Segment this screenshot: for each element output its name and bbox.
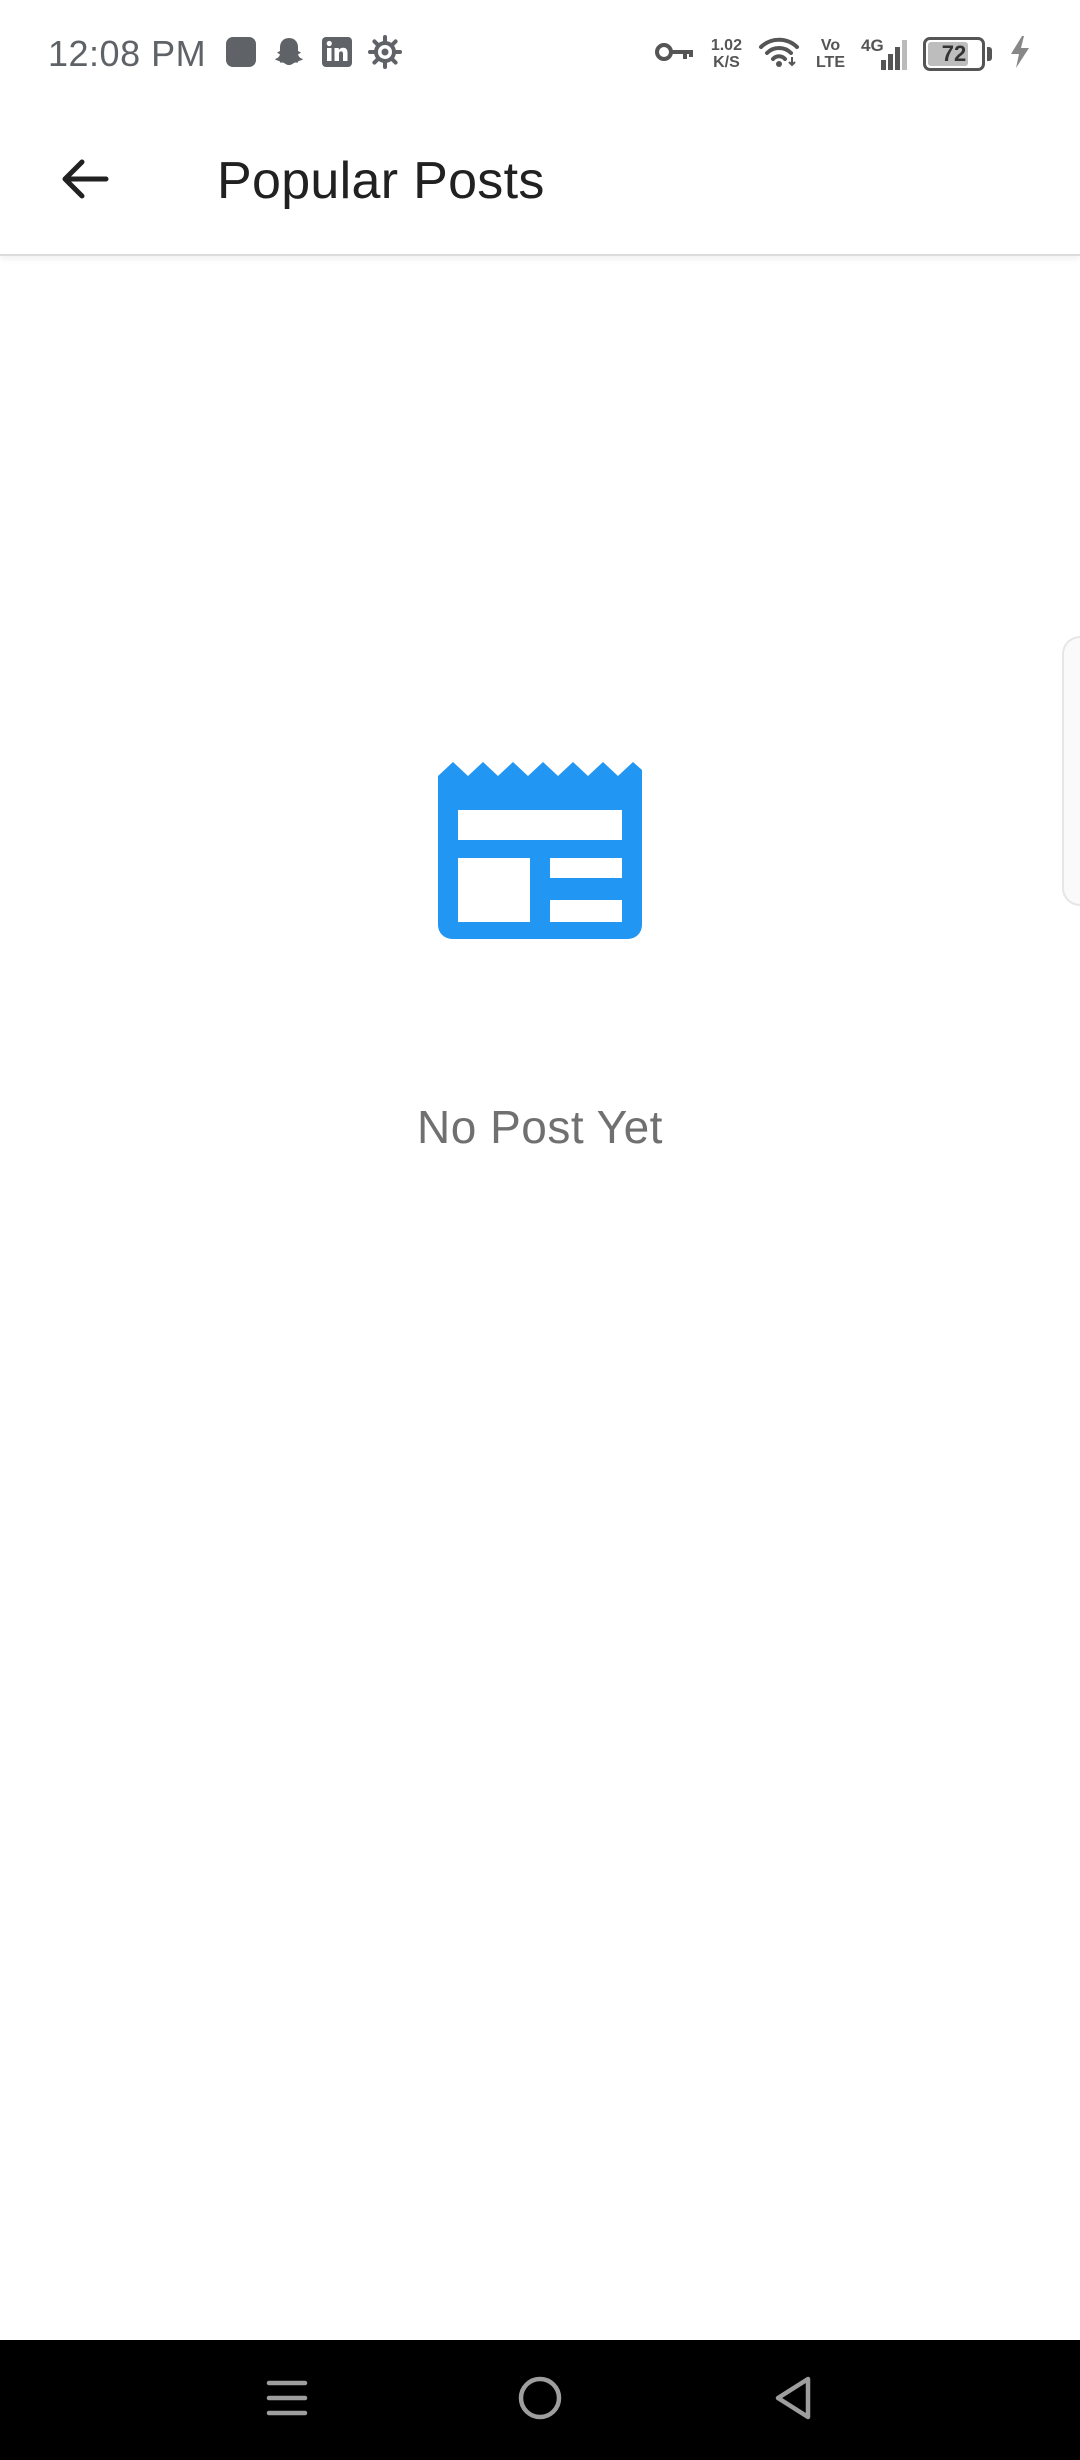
back-button[interactable]	[34, 131, 134, 231]
back-triangle-icon	[772, 2375, 814, 2426]
charging-icon	[1008, 35, 1032, 74]
network-speed-unit: K/S	[713, 54, 740, 71]
empty-state-message: No Post Yet	[417, 1101, 663, 1153]
volte-top: Vo	[820, 37, 841, 54]
recent-apps-button[interactable]	[237, 2350, 337, 2450]
gear-icon	[368, 34, 403, 74]
newspaper-icon	[438, 760, 642, 960]
empty-state: No Post Yet	[0, 760, 1080, 1154]
battery-level: 72	[941, 41, 967, 66]
home-button[interactable]	[490, 2350, 590, 2450]
notification-icons	[224, 34, 403, 74]
battery-icon: 72	[923, 37, 992, 71]
battery-tip	[987, 47, 992, 61]
wifi-icon	[758, 35, 800, 74]
status-time: 12:08 PM	[48, 33, 207, 74]
volte-bottom: LTE	[815, 54, 845, 71]
vpn-key-icon	[654, 40, 695, 69]
network-speed-value: 1.02	[710, 37, 742, 54]
network-speed: 1.02 K/S	[711, 37, 742, 71]
system-back-button[interactable]	[743, 2350, 843, 2450]
arrow-back-icon	[58, 153, 110, 210]
system-status-icons: 1.02 K/S Vo LTE 4G 72	[654, 35, 1032, 74]
home-icon	[517, 2375, 563, 2426]
battery-body: 72	[923, 37, 985, 71]
menu-icon	[265, 2378, 309, 2423]
app-square-icon	[224, 35, 258, 74]
navigation-bar	[0, 2340, 1080, 2460]
volte-indicator: Vo LTE	[816, 37, 845, 71]
snapchat-icon	[272, 35, 306, 74]
app-bar: Popular Posts	[0, 108, 1080, 256]
page-title: Popular Posts	[217, 152, 545, 210]
status-bar: 12:08 PM 1.02 K/S Vo LTE 4G 72	[0, 0, 1080, 108]
linkedin-icon	[320, 35, 354, 74]
signal-icon: 4G	[861, 36, 907, 72]
